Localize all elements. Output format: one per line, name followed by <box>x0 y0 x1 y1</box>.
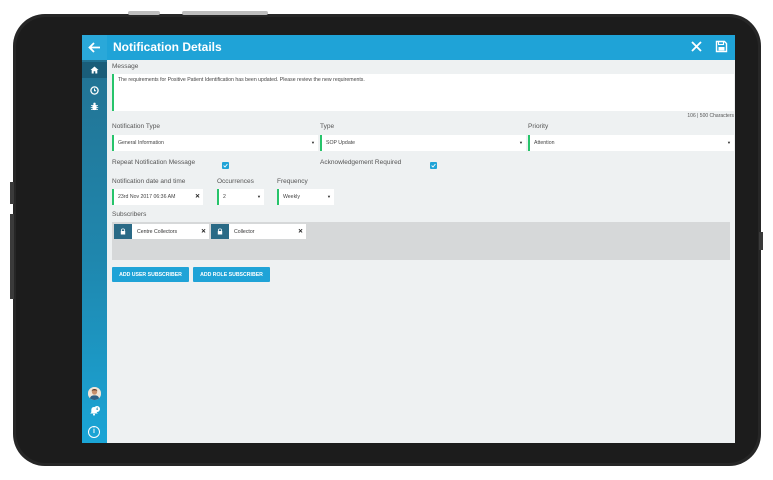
notification-type-label: Notification Type <box>112 123 160 130</box>
add-user-subscriber-button[interactable]: ADD USER SUBSCRIBER <box>112 267 189 282</box>
date-label: Notification date and time <box>112 178 186 185</box>
date-field[interactable]: 23rd Nov 2017 06:36 AM ✕ <box>112 189 203 205</box>
repeat-label: Repeat Notification Message <box>112 159 196 166</box>
caret-down-icon: ▼ <box>257 194 261 199</box>
clock-icon <box>90 85 99 95</box>
caret-down-icon: ▼ <box>311 140 315 145</box>
type-label: Type <box>320 123 335 130</box>
sidebar: 4 i <box>82 35 107 443</box>
subscriber-name: Collector <box>234 229 255 235</box>
sidebar-item-home[interactable] <box>82 62 107 78</box>
back-arrow-icon <box>88 42 100 53</box>
info-icon[interactable]: i <box>88 426 100 438</box>
occurrences-value: 2 <box>223 194 226 200</box>
notification-type-value: General Information <box>118 140 164 146</box>
priority-value: Attention <box>534 140 555 146</box>
clear-icon[interactable]: ✕ <box>195 193 200 200</box>
subscriber-chip: Centre Collectors ✕ <box>114 224 209 239</box>
repeat-checkbox[interactable] <box>222 162 229 169</box>
add-role-subscriber-button[interactable]: ADD ROLE SUBSCRIBER <box>193 267 270 282</box>
page-title: Notification Details <box>113 40 222 54</box>
message-label: Message <box>112 63 139 70</box>
check-icon <box>431 163 436 168</box>
sidebar-item-bugs[interactable] <box>82 98 107 114</box>
subscribers-label: Subscribers <box>112 211 147 218</box>
tablet-top-button <box>128 11 160 15</box>
tablet-side-button <box>10 182 14 204</box>
sidebar-item-history[interactable] <box>82 82 107 98</box>
occurrences-label: Occurrences <box>217 178 254 185</box>
remove-subscriber-icon[interactable]: ✕ <box>201 228 206 235</box>
caret-down-icon: ▼ <box>519 140 523 145</box>
frequency-value: Weekly <box>283 194 300 200</box>
user-avatar-image <box>88 387 101 400</box>
frequency-label: Frequency <box>277 178 308 185</box>
tablet-side-button <box>10 214 14 299</box>
app-header: Notification Details <box>107 35 735 60</box>
bug-icon <box>90 102 99 110</box>
tablet-side-button <box>759 232 763 250</box>
subscriber-name: Centre Collectors <box>137 229 178 235</box>
character-counter: 106 | 500 Characters <box>687 113 734 119</box>
caret-down-icon: ▼ <box>727 140 731 145</box>
subscriber-chip: Collector ✕ <box>211 224 306 239</box>
back-button[interactable] <box>82 35 107 60</box>
caret-down-icon: ▼ <box>327 194 331 199</box>
check-icon <box>223 163 228 168</box>
avatar[interactable] <box>88 387 101 400</box>
acknowledgement-checkbox[interactable] <box>430 162 437 169</box>
priority-select[interactable]: Attention ▼ <box>528 135 734 151</box>
priority-label: Priority <box>528 123 549 130</box>
save-icon[interactable] <box>715 40 728 53</box>
message-text: The requirements for Positive Patient Id… <box>118 77 365 83</box>
notification-type-select[interactable]: General Information ▼ <box>112 135 318 151</box>
app-screen: 4 i Notification Details Message The req… <box>82 35 735 443</box>
type-value: SOP Update <box>326 140 356 146</box>
remove-subscriber-icon[interactable]: ✕ <box>298 228 303 235</box>
close-icon[interactable] <box>690 40 703 53</box>
frequency-select[interactable]: Weekly ▼ <box>277 189 334 205</box>
acknowledgement-label: Acknowledgement Required <box>320 159 402 166</box>
occurrences-select[interactable]: 2 ▼ <box>217 189 264 205</box>
message-textarea[interactable]: The requirements for Positive Patient Id… <box>112 74 734 111</box>
lock-icon <box>114 224 132 239</box>
notification-form: Message The requirements for Positive Pa… <box>107 60 735 443</box>
lock-icon <box>211 224 229 239</box>
notification-count-badge: 4 <box>94 406 100 412</box>
subscribers-list: Centre Collectors ✕ Collector ✕ <box>112 222 730 260</box>
type-select[interactable]: SOP Update ▼ <box>320 135 526 151</box>
date-value: 23rd Nov 2017 06:36 AM <box>118 194 176 200</box>
home-icon <box>90 66 99 74</box>
tablet-top-button <box>182 11 268 15</box>
